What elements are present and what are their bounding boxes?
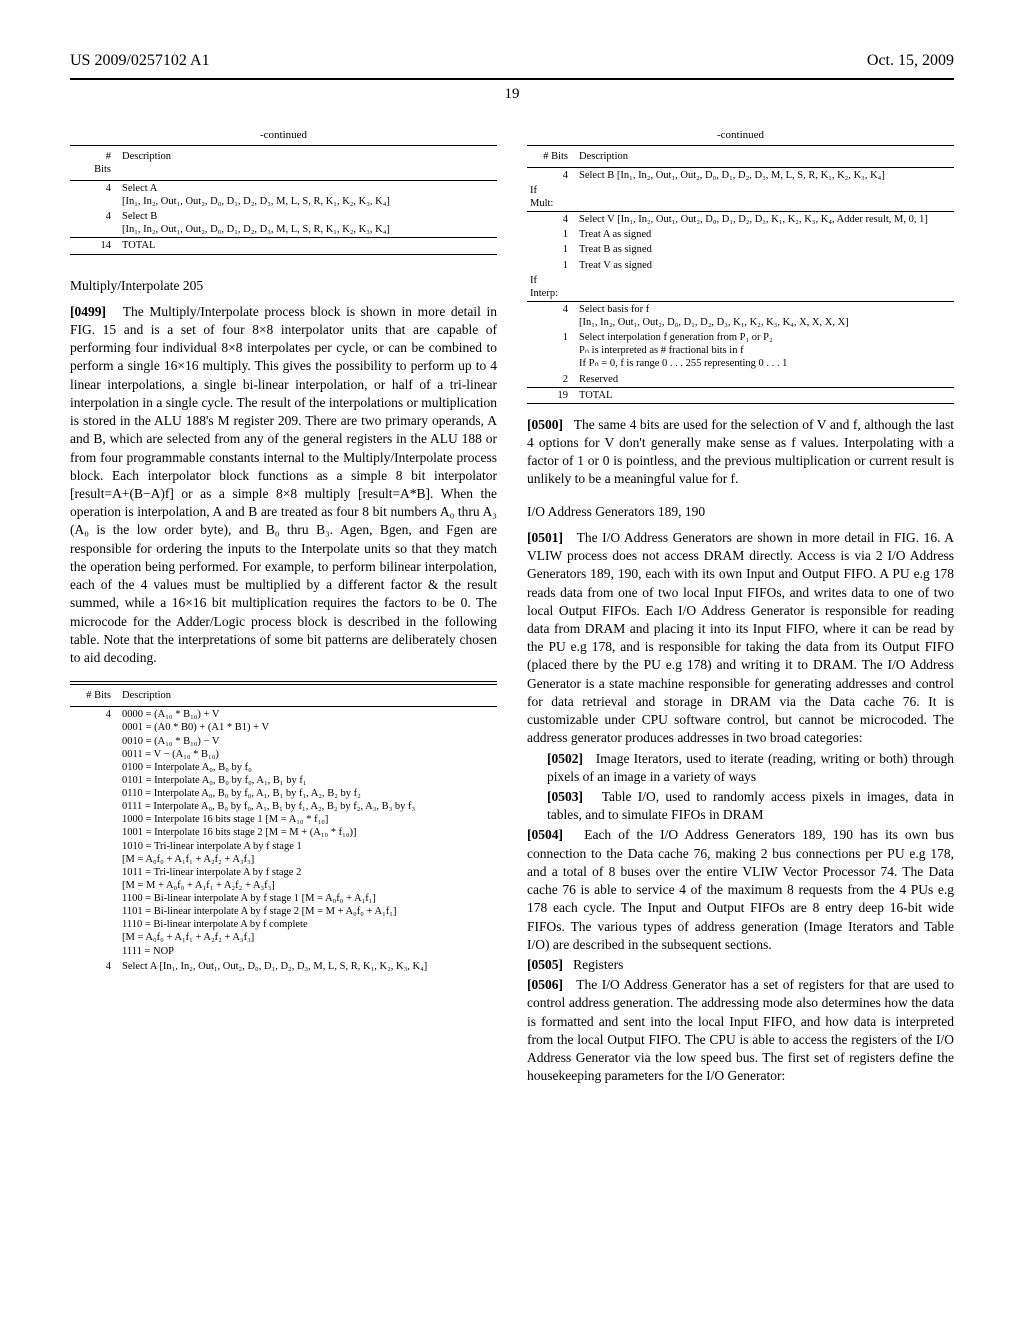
paragraph-0499: [0499] The Multiply/Interpolate process … [70, 303, 497, 667]
col-header: # Bits [70, 685, 119, 707]
opcode-select-table: # Bits Description 4 Select A [In₁, In₂, … [70, 145, 497, 257]
opcode-line: 1000 = Interpolate 16 bits stage 1 [M = … [122, 813, 494, 826]
desc-cell: Select B [In₁, In₂, Out₁, Out₂, D₀, D₁, … [576, 167, 954, 183]
microcode-table: # Bits Description 4 0000 = (A₁₀ * B₁₀) … [70, 681, 497, 974]
opcode-line: 0011 = V − (A₁₀ * B₁₀) [122, 748, 494, 761]
bits-cell: 1 [527, 227, 576, 242]
opcode-line: 1110 = Bi-linear interpolate A by f comp… [122, 918, 494, 931]
opcode-line: [M = A₀f₀ + A₁f₁ + A₂f₂ + A₃f₃] [122, 931, 494, 944]
para-number: [0505] [527, 957, 563, 972]
page-header: US 2009/0257102 A1 Oct. 15, 2009 [70, 50, 954, 72]
paragraph-0500: [0500] The same 4 bits are used for the … [527, 416, 954, 489]
page-number: 19 [70, 84, 954, 104]
paragraph-0501: [0501] The I/O Address Generators are sh… [527, 529, 954, 748]
publication-date: Oct. 15, 2009 [867, 50, 954, 72]
desc-total: TOTAL [119, 238, 497, 254]
para-number: [0502] [547, 751, 583, 766]
opcode-line: 1101 = Bi-linear interpolate A by f stag… [122, 905, 494, 918]
para-number: [0506] [527, 977, 563, 992]
desc-cell: Select V [In₁, In₂, Out₁, Out₂, D₀, D₁, … [576, 212, 954, 228]
header-rule [70, 78, 954, 80]
desc-cell: Treat A as signed [576, 227, 954, 242]
para-text: Image Iterators, used to iterate (readin… [547, 751, 954, 784]
desc-cell: Treat B as signed [576, 242, 954, 257]
para-text: The Multiply/Interpolate process block i… [70, 304, 497, 665]
para-text: Table I/O, used to randomly access pixel… [547, 789, 954, 822]
bits-cell: 4 [527, 301, 576, 330]
opcode-line: [M = A₀f₀ + A₁f₁ + A₂f₂ + A₃f₃] [122, 853, 494, 866]
desc-cell: 0000 = (A₁₀ * B₁₀) + V 0001 = (A0 * B0) … [119, 707, 497, 959]
bits-cell: 4 [527, 212, 576, 228]
bits-total: 14 [70, 238, 119, 254]
if-interp-label: If Interp: [527, 273, 576, 302]
opcode-line: 0110 = Interpolate A₀, B₀ by f₀, A₁, B₁ … [122, 787, 494, 800]
col-header: Bits [94, 164, 111, 175]
bits-cell: 4 [70, 707, 119, 959]
col-header: Description [576, 145, 954, 167]
para-text: Each of the I/O Address Generators 189, … [527, 827, 954, 951]
col-header: Description [119, 145, 497, 180]
opcode-line: 1111 = NOP [122, 945, 494, 958]
bits-cell: 1 [527, 330, 576, 371]
patent-page: US 2009/0257102 A1 Oct. 15, 2009 19 -con… [0, 0, 1024, 1320]
opcode-line: 1011 = Tri-linear interpolate A by f sta… [122, 866, 494, 879]
if-mult-label: If Mult: [527, 183, 576, 212]
paragraph-0505: [0505] Registers [527, 956, 954, 974]
microcode-table-cont: # Bits Description 4 Select B [In₁, In₂,… [527, 145, 954, 406]
table-continued-label: -continued [527, 128, 954, 143]
para-number: [0501] [527, 530, 563, 545]
desc-cell: Select interpolation f generation from P… [576, 330, 954, 371]
para-text: The same 4 bits are used for the selecti… [527, 417, 954, 487]
para-number: [0504] [527, 827, 563, 842]
bits-total: 19 [527, 387, 576, 403]
opcode-line: 0000 = (A₁₀ * B₁₀) + V [122, 708, 494, 721]
opcode-line: 1001 = Interpolate 16 bits stage 2 [M = … [122, 826, 494, 839]
desc-total: TOTAL [576, 387, 954, 403]
bits-cell: 4 [70, 209, 119, 238]
publication-number: US 2009/0257102 A1 [70, 50, 210, 72]
opcode-line: 0010 = (A₁₀ * B₁₀) − V [122, 735, 494, 748]
col-header: Description [119, 685, 497, 707]
col-header: # [106, 151, 111, 162]
bits-cell: 4 [527, 167, 576, 183]
para-text: The I/O Address Generators are shown in … [527, 530, 954, 745]
bits-cell: 2 [527, 372, 576, 388]
col-header: # Bits [527, 145, 576, 167]
para-number: [0500] [527, 417, 563, 432]
section-heading: Multiply/Interpolate 205 [70, 277, 497, 295]
opcode-line: 0100 = Interpolate A₀, B₀ by f₀ [122, 761, 494, 774]
opcode-line: 0001 = (A0 * B0) + (A1 * B1) + V [122, 721, 494, 734]
bits-cell: 4 [70, 180, 119, 209]
desc-cell: Select A [In₁, In₂, Out₁, Out₂, D₀, D₁, … [119, 959, 497, 974]
opcode-line: [M = M + A₀f₀ + A₁f₁ + A₂f₂ + A₃f₃] [122, 879, 494, 892]
desc-cell: Select A [In₁, In₂, Out₁, Out₂, D₀, D₁, … [119, 180, 497, 209]
desc-cell: Treat V as signed [576, 258, 954, 273]
paragraph-0502: [0502] Image Iterators, used to iterate … [547, 750, 954, 786]
section-heading: I/O Address Generators 189, 190 [527, 503, 954, 521]
desc-cell: Reserved [576, 372, 954, 388]
right-column: -continued # Bits Description 4 Select B… [527, 128, 954, 1088]
opcode-line: 1100 = Bi-linear interpolate A by f stag… [122, 892, 494, 905]
para-text: Registers [573, 957, 623, 972]
bits-cell: 4 [70, 959, 119, 974]
table-continued-label: -continued [70, 128, 497, 143]
left-column: -continued # Bits Description 4 Select A … [70, 128, 497, 1088]
opcode-line: 0101 = Interpolate A₀, B₀ by f₀, A₁, B₁ … [122, 774, 494, 787]
opcode-line: 0111 = Interpolate A₀, B₀ by f₀, A₁, B₁ … [122, 800, 494, 813]
para-number: [0499] [70, 304, 106, 319]
desc-cell: Select basis for f [In₁, In₂, Out₁, Out₂… [576, 301, 954, 330]
desc-cell: Select B [In₁, In₂, Out₁, Out₂, D₀, D₁, … [119, 209, 497, 238]
two-column-layout: -continued # Bits Description 4 Select A … [70, 128, 954, 1088]
paragraph-0506: [0506] The I/O Address Generator has a s… [527, 976, 954, 1085]
para-number: [0503] [547, 789, 583, 804]
bits-cell: 1 [527, 258, 576, 273]
opcode-line: 1010 = Tri-linear interpolate A by f sta… [122, 840, 494, 853]
paragraph-0503: [0503] Table I/O, used to randomly acces… [547, 788, 954, 824]
paragraph-0504: [0504] Each of the I/O Address Generator… [527, 826, 954, 954]
para-text: The I/O Address Generator has a set of r… [527, 977, 954, 1083]
bits-cell: 1 [527, 242, 576, 257]
